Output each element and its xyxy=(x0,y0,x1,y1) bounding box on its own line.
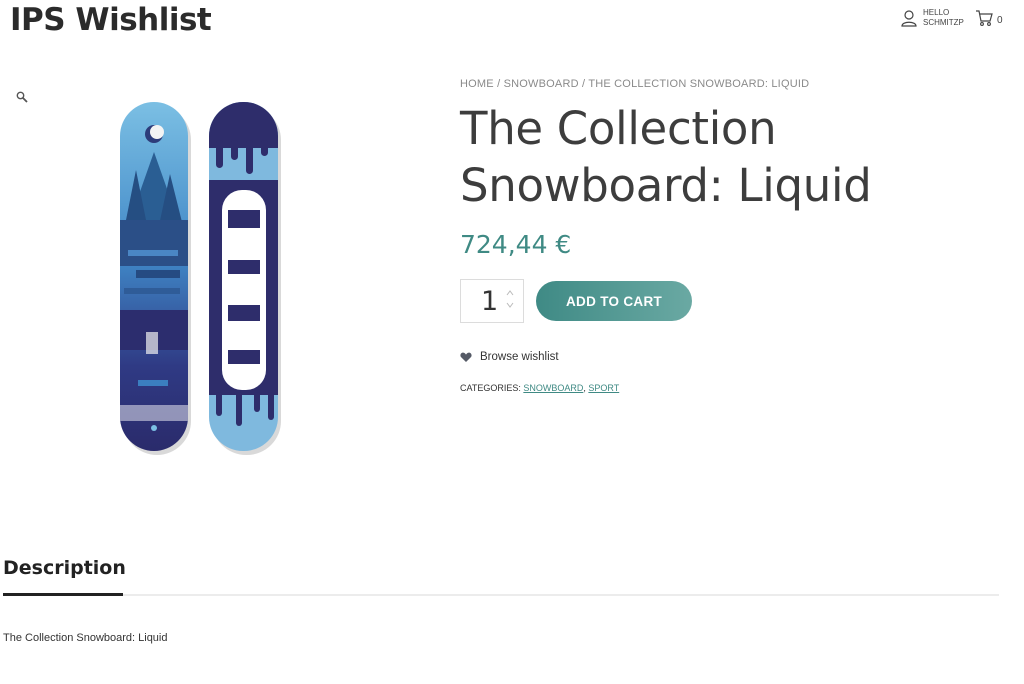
zoom-icon[interactable] xyxy=(16,91,28,103)
breadcrumb-current: THE COLLECTION SNOWBOARD: LIQUID xyxy=(588,78,810,90)
chevron-down-icon[interactable] xyxy=(506,301,514,309)
add-to-cart-button[interactable]: ADD TO CART xyxy=(536,281,693,321)
quantity-value[interactable]: 1 xyxy=(481,286,498,317)
tabs-divider xyxy=(3,594,999,596)
breadcrumb-home[interactable]: HOME xyxy=(460,78,494,90)
product-title-line2: Snowboard: Liquid xyxy=(460,159,872,212)
breadcrumb-separator: / xyxy=(493,78,504,90)
product-categories: CATEGORIES: SNOWBOARD, SPORT xyxy=(460,383,1000,393)
user-icon xyxy=(901,10,917,27)
breadcrumb: HOME / SNOWBOARD / THE COLLECTION SNOWBO… xyxy=(460,78,1000,90)
breadcrumb-category[interactable]: SNOWBOARD xyxy=(504,78,579,90)
browse-wishlist-link[interactable]: Browse wishlist xyxy=(460,351,1000,363)
cart-count: 0 xyxy=(997,14,1003,26)
cart-link[interactable]: 0 xyxy=(975,9,1003,27)
tab-description[interactable]: Description xyxy=(3,557,126,579)
heart-icon xyxy=(460,352,472,362)
add-to-cart-form: 1 ADD TO CART xyxy=(460,279,1000,323)
account-username: SCHMITZP xyxy=(923,18,964,27)
categories-label: CATEGORIES: xyxy=(460,383,524,393)
description-text: The Collection Snowboard: Liquid xyxy=(3,632,168,644)
cart-icon xyxy=(976,10,993,26)
account-link[interactable]: HELLO SCHMITZP xyxy=(900,8,964,28)
quantity-stepper[interactable]: 1 xyxy=(460,279,524,323)
category-link-sport[interactable]: SPORT xyxy=(588,383,619,393)
breadcrumb-separator: / xyxy=(578,78,589,90)
product-image[interactable] xyxy=(118,100,283,455)
tab-active-indicator xyxy=(3,593,123,596)
product-price: 724,44 € xyxy=(460,230,572,259)
product-summary: HOME / SNOWBOARD / THE COLLECTION SNOWBO… xyxy=(460,78,1000,393)
account-greeting: HELLO xyxy=(923,8,950,17)
category-link-snowboard[interactable]: SNOWBOARD xyxy=(523,383,583,393)
product-title: The Collection Snowboard: Liquid xyxy=(460,100,1000,214)
chevron-up-icon[interactable] xyxy=(506,289,514,297)
browse-wishlist-label: Browse wishlist xyxy=(480,351,559,363)
site-title[interactable]: IPS Wishlist xyxy=(10,2,212,38)
product-title-line1: The Collection xyxy=(460,102,777,155)
